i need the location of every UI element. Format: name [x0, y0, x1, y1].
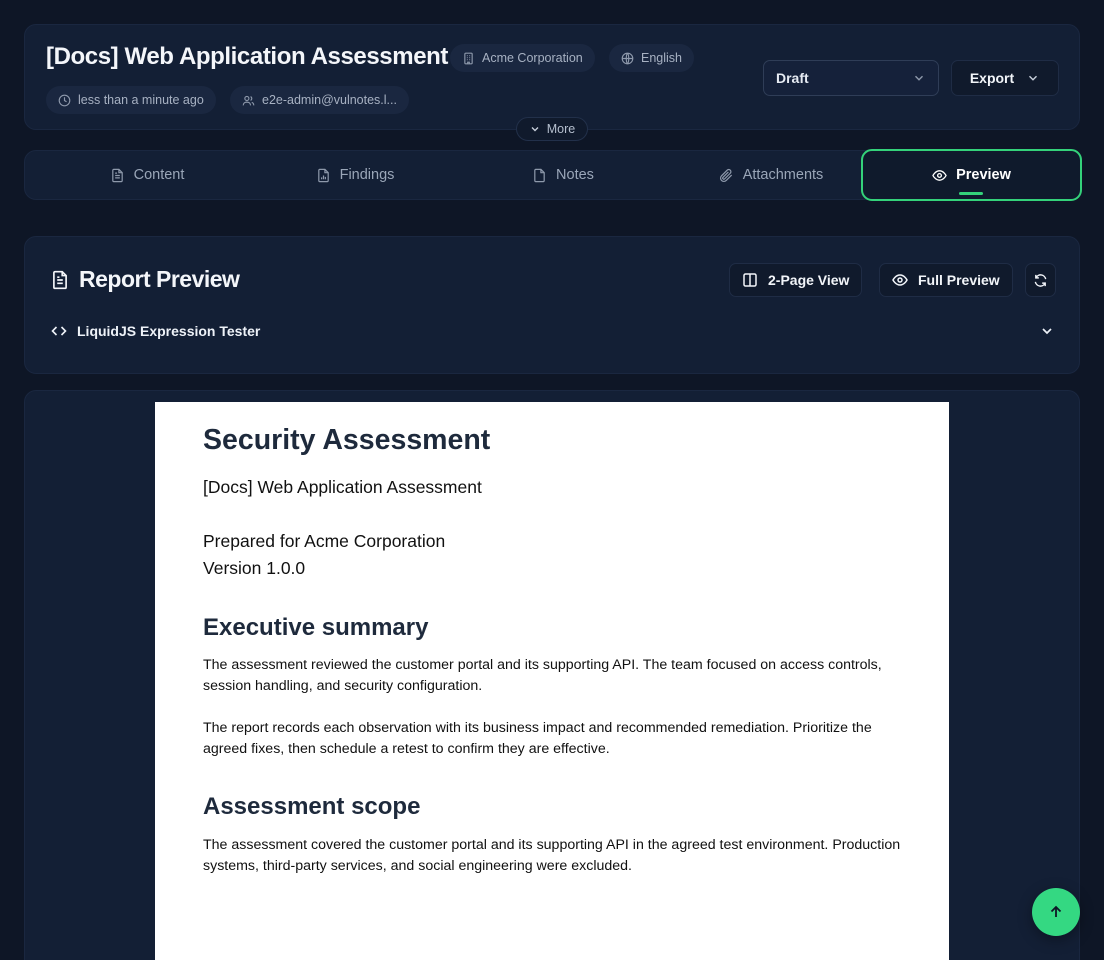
tab-label: Preview — [956, 167, 1011, 183]
chevron-down-icon[interactable] — [1039, 323, 1055, 339]
tab-findings[interactable]: Findings — [251, 151, 459, 199]
report-page: Security Assessment [Docs] Web Applicati… — [155, 402, 949, 960]
chevron-down-icon — [529, 123, 541, 135]
chevron-down-icon — [1026, 71, 1040, 85]
tab-notes[interactable]: Notes — [459, 151, 667, 199]
full-preview-button[interactable]: Full Preview — [879, 263, 1013, 297]
tab-attachments[interactable]: Attachments — [667, 151, 875, 199]
globe-icon — [621, 52, 634, 65]
two-page-view-label: 2-Page View — [768, 272, 850, 288]
file-text-icon — [51, 270, 69, 290]
client-badge[interactable]: Acme Corporation — [450, 44, 595, 72]
scope-heading: Assessment scope — [203, 793, 421, 820]
eye-icon — [932, 168, 947, 183]
document-title: Security Assessment — [203, 424, 491, 456]
eye-icon — [892, 272, 908, 288]
chevron-down-icon — [912, 71, 926, 85]
updated-badge: less than a minute ago — [46, 86, 216, 114]
prepared-for: Prepared for Acme Corporation — [203, 531, 446, 551]
tab-content[interactable]: Content — [43, 151, 251, 199]
report-header: [Docs] Web Application Assessment Acme C… — [24, 24, 1080, 130]
language-label: English — [641, 51, 682, 65]
liquidjs-tester-toggle[interactable]: LiquidJS Expression Tester — [51, 321, 1055, 341]
assignee-text: e2e-admin@vulnotes.l... — [262, 93, 397, 107]
scope-paragraph: The assessment covered the customer port… — [203, 837, 901, 874]
document-subtitle: [Docs] Web Application Assessment — [203, 477, 482, 497]
code-icon — [51, 323, 67, 339]
status-value: Draft — [776, 70, 809, 86]
refresh-icon — [1033, 273, 1048, 288]
page-title: [Docs] Web Application Assessment — [46, 43, 448, 70]
refresh-button[interactable] — [1025, 263, 1056, 297]
note-icon — [532, 168, 547, 183]
scroll-to-top-button[interactable] — [1032, 888, 1080, 936]
more-button[interactable]: More — [516, 117, 588, 141]
export-button[interactable]: Export — [951, 60, 1059, 96]
arrow-up-icon — [1048, 904, 1064, 920]
users-icon — [242, 94, 255, 107]
assignee-badge[interactable]: e2e-admin@vulnotes.l... — [230, 86, 409, 114]
report-preview-title: Report Preview — [51, 266, 240, 293]
file-chart-icon — [316, 168, 331, 183]
columns-icon — [742, 272, 758, 288]
more-label: More — [546, 122, 576, 136]
report-preview-panel: Report Preview 2-Page View Full Preview … — [24, 236, 1080, 374]
paperclip-icon — [719, 168, 734, 183]
status-select[interactable]: Draft — [763, 60, 939, 96]
tab-label: Attachments — [742, 167, 824, 183]
exec-summary-paragraph: The report records each observation with… — [203, 720, 872, 757]
language-badge[interactable]: English — [609, 44, 694, 72]
tab-label: Content — [133, 167, 185, 183]
full-preview-label: Full Preview — [918, 272, 1000, 288]
file-text-icon — [110, 168, 125, 183]
report-preview-heading: Report Preview — [79, 266, 240, 292]
updated-text: less than a minute ago — [78, 93, 204, 107]
liquidjs-tester-label: LiquidJS Expression Tester — [77, 323, 261, 339]
exec-summary-paragraph: The assessment reviewed the customer por… — [203, 657, 882, 694]
tab-label: Notes — [556, 167, 594, 183]
exec-summary-heading: Executive summary — [203, 614, 429, 641]
tab-preview[interactable]: Preview — [861, 149, 1082, 201]
building-icon — [462, 52, 475, 65]
active-tab-indicator — [959, 192, 983, 195]
document-version: Version 1.0.0 — [203, 558, 306, 578]
tab-bar: Content Findings Notes Attachments Previ… — [24, 149, 1082, 201]
export-label: Export — [969, 70, 1015, 86]
client-name: Acme Corporation — [482, 51, 583, 65]
two-page-view-button[interactable]: 2-Page View — [729, 263, 863, 297]
clock-icon — [58, 94, 71, 107]
tab-label: Findings — [339, 167, 395, 183]
